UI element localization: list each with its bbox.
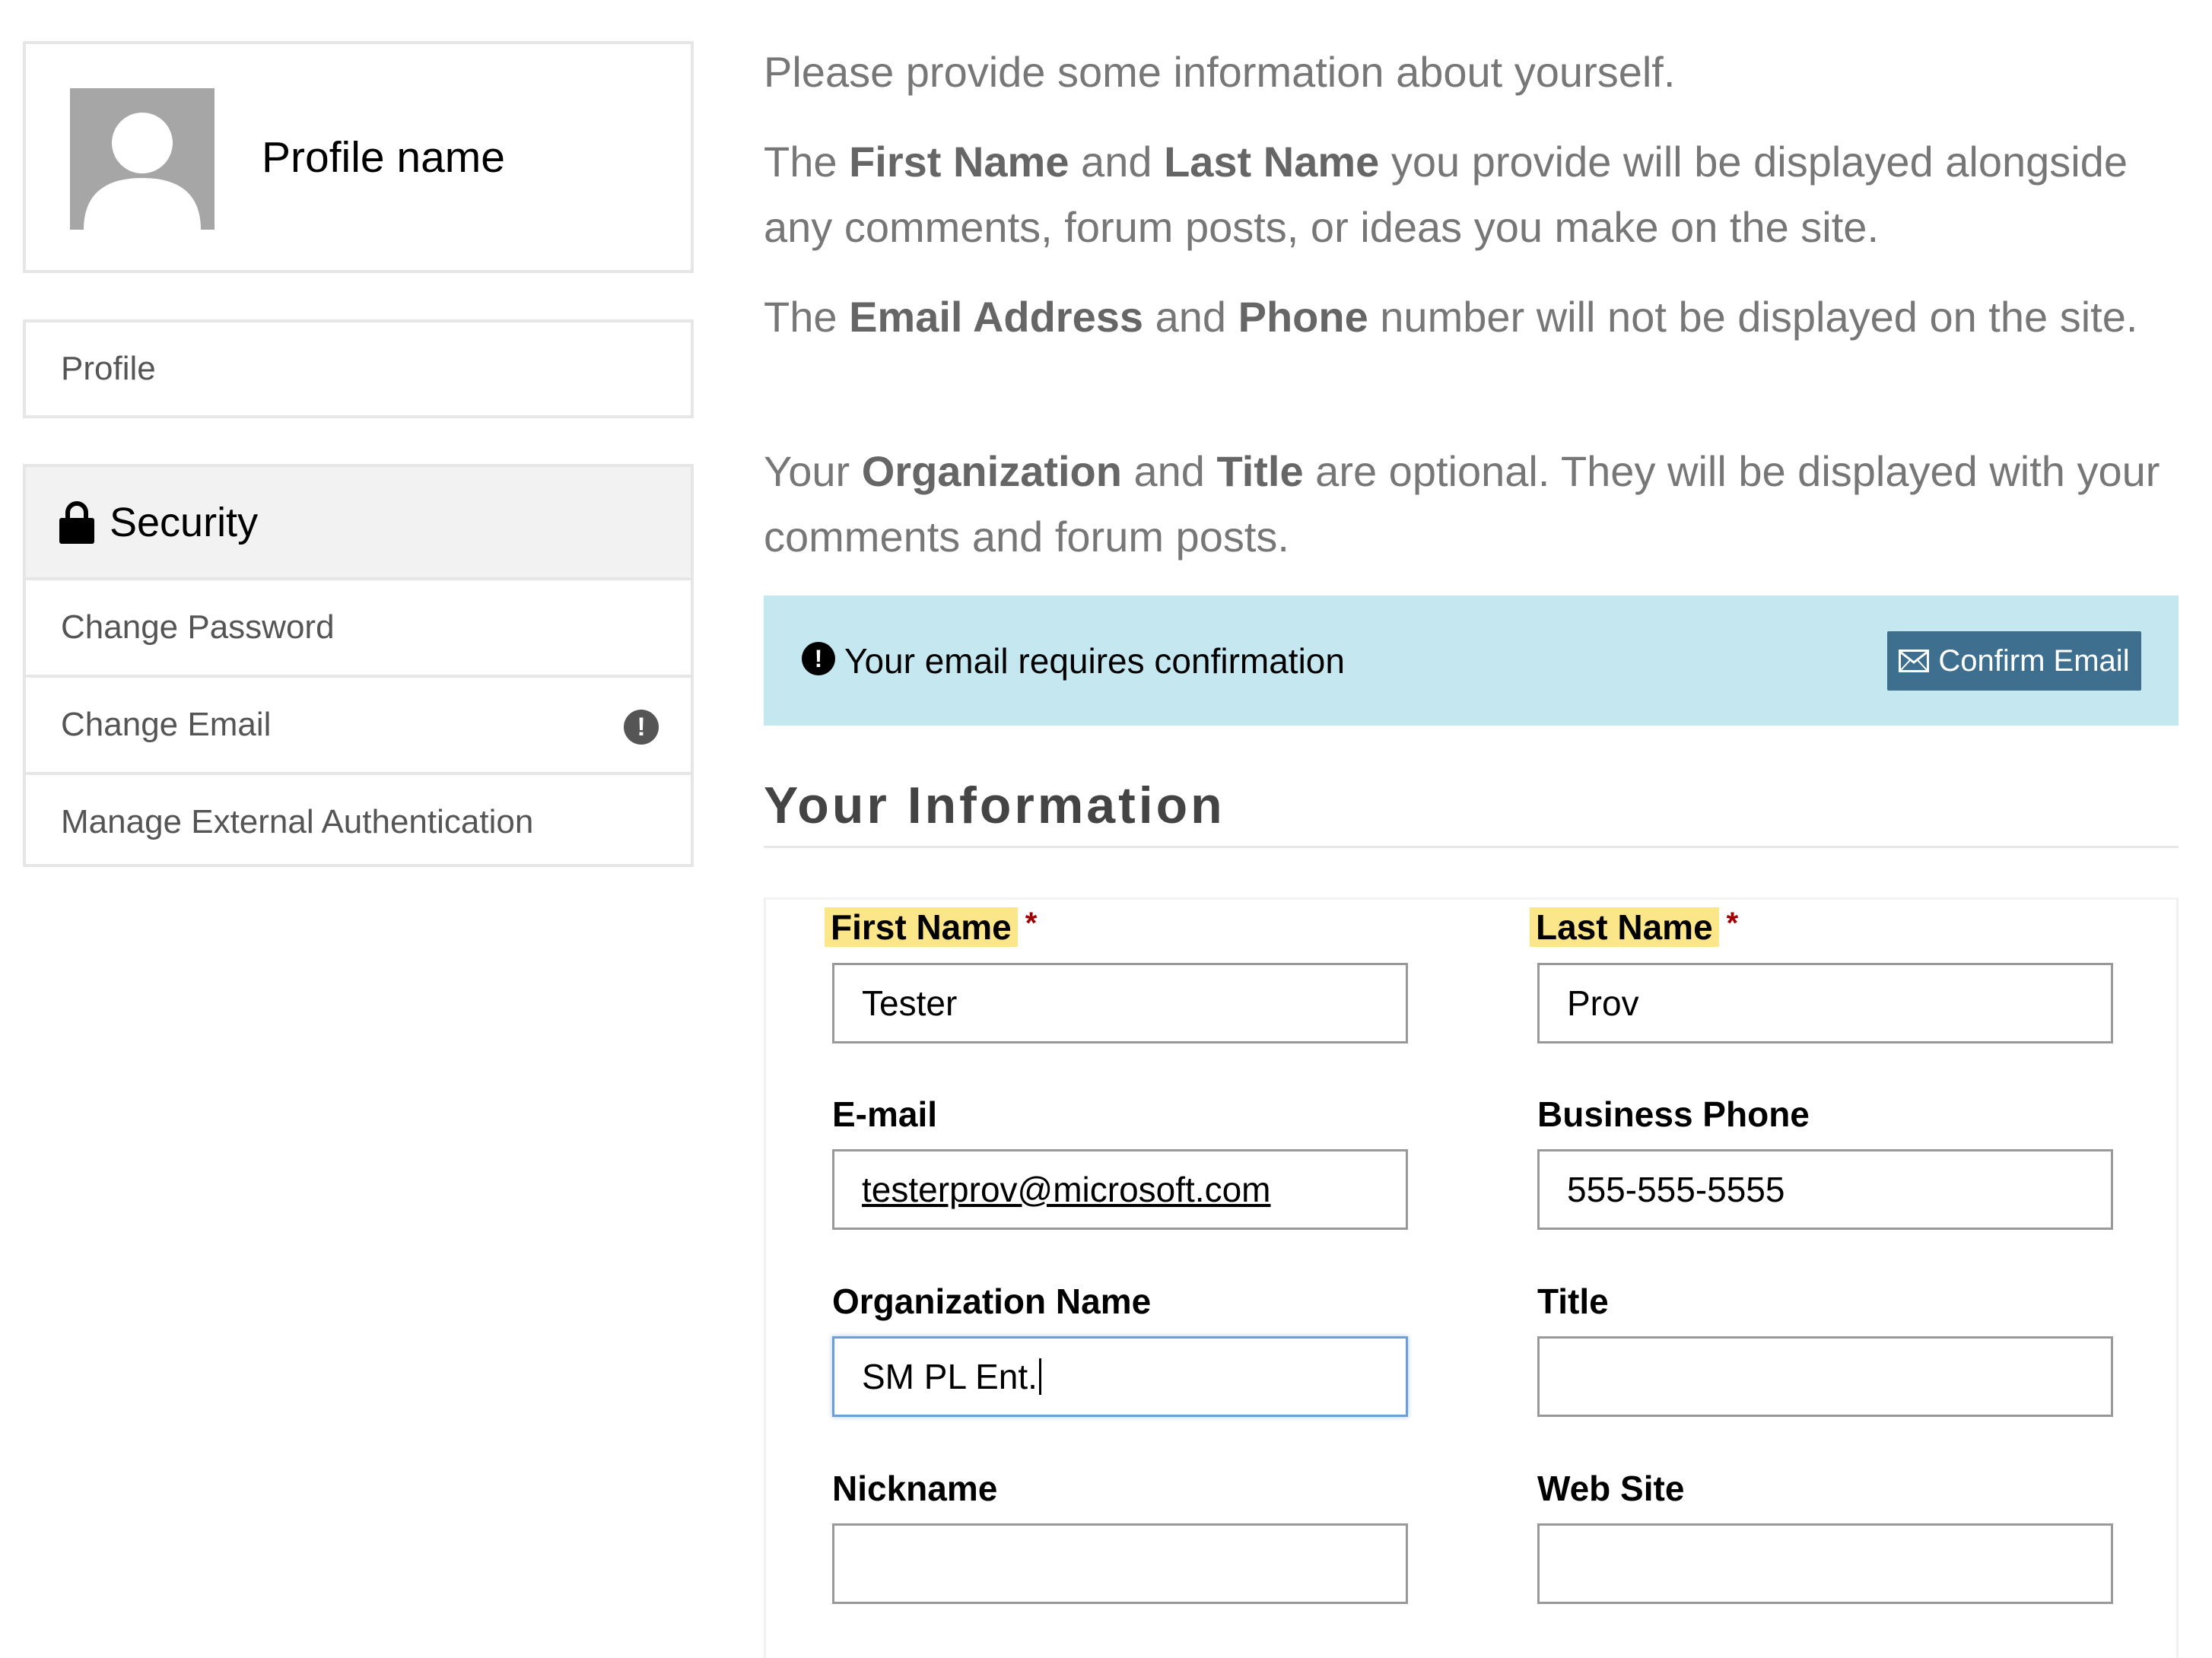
security-header-label: Security (110, 499, 259, 545)
sidebar-item-change-password[interactable]: Change Password (26, 577, 691, 675)
intro-name-info: The First Name and Last Name you provide… (764, 129, 2194, 260)
title-label: Title (1537, 1282, 1609, 1321)
last-name-label: Last Name * (1530, 907, 1738, 948)
input-value: 555-555-5555 (1567, 1170, 1785, 1209)
text-bold: First Name (849, 138, 1069, 186)
text-fragment: The (764, 138, 850, 186)
email-confirmation-alert: ! Your email requires confirmation Confi… (764, 596, 2179, 726)
sidebar-item-label: Change Email (61, 706, 272, 743)
security-menu: Security Change Password Change Email ! … (23, 464, 694, 867)
nickname-input[interactable] (832, 1523, 1408, 1604)
sidebar-item-label: Change Password (61, 608, 335, 646)
label-text: First Name (825, 907, 1018, 947)
text-caret (1038, 1358, 1041, 1395)
input-value: testerprov@microsoft.com (862, 1170, 1271, 1209)
intro-org-info: Your Organization and Title are optional… (764, 439, 2194, 570)
confirm-email-label: Confirm Email (1938, 643, 2130, 678)
business-phone-label: Business Phone (1537, 1094, 1810, 1134)
text-bold: Title (1216, 447, 1304, 495)
web-site-input[interactable] (1537, 1523, 2113, 1604)
text-fragment: The (764, 293, 850, 341)
sidebar-item-change-email[interactable]: Change Email ! (26, 675, 691, 772)
text-fragment: and (1143, 293, 1238, 341)
lock-icon (59, 500, 94, 544)
confirm-email-button[interactable]: Confirm Email (1887, 631, 2141, 691)
profile-card: Profile name (23, 41, 694, 273)
envelope-icon (1899, 650, 1930, 672)
input-value: Prov (1567, 983, 1639, 1023)
avatar-placeholder-icon (70, 88, 215, 230)
text-bold: Phone (1238, 293, 1368, 341)
exclamation-circle-icon: ! (624, 710, 659, 745)
last-name-input[interactable]: Prov (1537, 963, 2113, 1043)
intro-contact-info: The Email Address and Phone number will … (764, 284, 2194, 350)
email-input[interactable]: testerprov@microsoft.com (832, 1149, 1408, 1230)
title-input[interactable] (1537, 1336, 2113, 1417)
nickname-label: Nickname (832, 1469, 998, 1508)
text-bold: Organization (861, 447, 1122, 495)
alert-message: Your email requires confirmation (844, 640, 1345, 681)
text-fragment: number will not be displayed on the site… (1368, 293, 2138, 341)
sidebar-item-profile[interactable]: Profile (23, 319, 694, 418)
first-name-label: First Name * (825, 907, 1037, 948)
profile-name: Profile name (262, 132, 505, 182)
sidebar-item-manage-external-auth[interactable]: Manage External Authentication (26, 772, 691, 869)
required-star: * (1726, 907, 1739, 940)
input-value: SM PL Ent. (862, 1357, 1038, 1396)
label-text: Last Name (1530, 907, 1719, 947)
required-star: * (1025, 907, 1038, 940)
security-header: Security (26, 467, 691, 577)
section-title: Your Information (764, 777, 1225, 834)
section-divider (764, 846, 2179, 848)
first-name-input[interactable]: Tester (832, 963, 1408, 1043)
business-phone-input[interactable]: 555-555-5555 (1537, 1149, 2113, 1230)
exclamation-circle-icon: ! (802, 642, 835, 675)
email-label: E-mail (832, 1094, 938, 1134)
input-value: Tester (862, 983, 958, 1023)
intro-line: Please provide some information about yo… (764, 48, 1676, 96)
text-bold: Email Address (849, 293, 1144, 341)
organization-name-label: Organization Name (832, 1282, 1152, 1321)
web-site-label: Web Site (1537, 1469, 1685, 1508)
text-fragment: and (1121, 447, 1217, 495)
organization-name-input[interactable]: SM PL Ent. (832, 1336, 1408, 1417)
text-fragment: Your (764, 447, 862, 495)
sidebar-item-label: Manage External Authentication (61, 803, 534, 840)
avatar (70, 88, 215, 230)
text-fragment: and (1069, 138, 1165, 186)
text-bold: Last Name (1164, 138, 1380, 186)
